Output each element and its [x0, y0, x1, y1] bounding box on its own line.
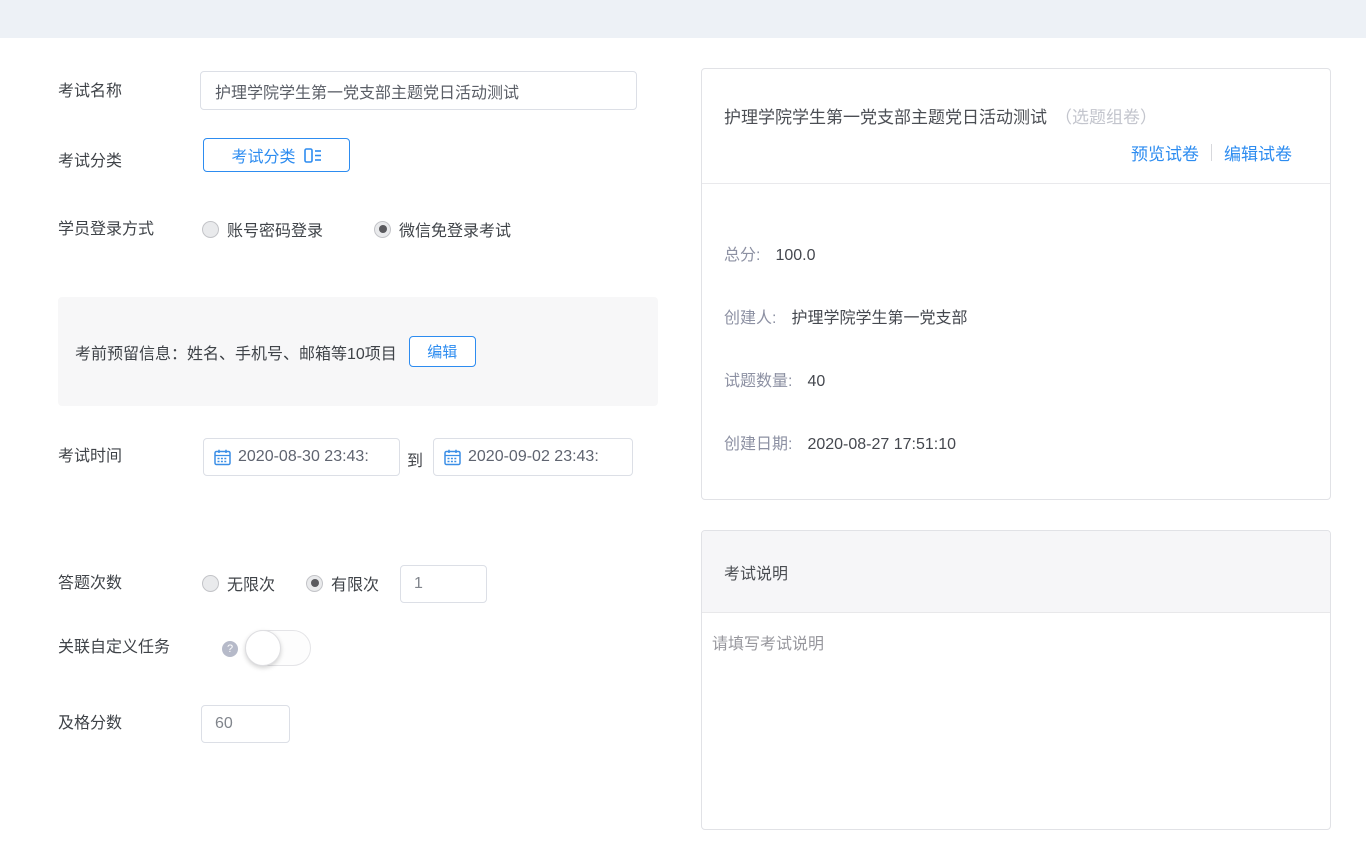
reserved-info-box: 考前预留信息：姓名、手机号、邮箱等10项目 编辑: [58, 297, 658, 406]
preview-paper-link[interactable]: 预览试卷: [1131, 140, 1199, 165]
login-method-option-password-label: 账号密码登录: [227, 217, 323, 241]
calendar-icon: [444, 449, 461, 466]
exam-description-header: 考试说明: [702, 531, 1330, 613]
paper-title: 护理学院学生第一党支部主题党日活动测试: [724, 108, 1047, 127]
edit-paper-link[interactable]: 编辑试卷: [1224, 140, 1292, 165]
exam-time-end-value: 2020-09-02 23:43:: [468, 448, 599, 466]
exam-name-input[interactable]: [200, 71, 637, 110]
paper-card-header: 护理学院学生第一党支部主题党日活动测试 （选题组卷） 预览试卷 编辑试卷: [702, 69, 1330, 184]
paper-summary-card: 护理学院学生第一党支部主题党日活动测试 （选题组卷） 预览试卷 编辑试卷 总分: …: [701, 68, 1331, 500]
attempts-label: 答题次数: [58, 574, 122, 594]
pass-score-label: 及格分数: [58, 714, 122, 734]
stat-label: 总分:: [724, 241, 760, 265]
stat-row-creator: 创建人: 护理学院学生第一党支部: [724, 304, 1308, 328]
exam-description-body[interactable]: 请填写考试说明: [702, 613, 1330, 671]
exam-time-start-value: 2020-08-30 23:43:: [238, 448, 369, 466]
reserved-info-edit-button[interactable]: 编辑: [409, 336, 476, 367]
stat-value: 40: [807, 373, 825, 391]
stat-value: 100.0: [775, 247, 815, 265]
radio-selected-icon[interactable]: [374, 221, 391, 238]
question-mark-icon[interactable]: ?: [222, 641, 238, 657]
login-method-option-password[interactable]: 账号密码登录: [202, 217, 323, 241]
attempts-option-unlimited[interactable]: 无限次: [202, 571, 275, 595]
exam-time-separator: 到: [407, 447, 423, 471]
paper-subtitle: （选题组卷）: [1055, 108, 1157, 127]
login-method-label: 学员登录方式: [58, 220, 154, 240]
radio-unselected-icon[interactable]: [202, 575, 219, 592]
stat-row-total-score: 总分: 100.0: [724, 241, 1308, 265]
login-method-option-wechat[interactable]: 微信免登录考试: [374, 217, 511, 241]
exam-time-start-input[interactable]: 2020-08-30 23:43:: [203, 438, 400, 476]
stat-value: 2020-08-27 17:51:10: [807, 436, 956, 454]
paper-stats: 总分: 100.0 创建人: 护理学院学生第一党支部 试题数量: 40 创建日期…: [702, 184, 1330, 454]
login-method-option-wechat-label: 微信免登录考试: [399, 217, 511, 241]
stat-label: 创建日期:: [724, 430, 792, 454]
exam-category-button[interactable]: 考试分类: [203, 138, 350, 172]
radio-selected-icon[interactable]: [306, 575, 323, 592]
pass-score-input[interactable]: [201, 705, 290, 743]
link-divider: [1211, 144, 1212, 161]
custom-task-label: 关联自定义任务: [58, 638, 170, 658]
radio-unselected-icon[interactable]: [202, 221, 219, 238]
attempts-count-input[interactable]: [400, 565, 487, 603]
toggle-knob[interactable]: [245, 630, 281, 666]
attempts-option-limited-label: 有限次: [331, 571, 379, 595]
attempts-option-unlimited-label: 无限次: [227, 571, 275, 595]
exam-category-button-label: 考试分类: [231, 143, 295, 167]
calendar-icon: [214, 449, 231, 466]
custom-task-toggle[interactable]: [245, 630, 311, 666]
exam-time-label: 考试时间: [58, 447, 122, 467]
exam-name-label: 考试名称: [58, 82, 122, 102]
exam-description-card: 考试说明 请填写考试说明: [701, 530, 1331, 830]
exam-category-label: 考试分类: [58, 152, 122, 172]
stat-label: 试题数量:: [724, 367, 792, 391]
stat-row-created-date: 创建日期: 2020-08-27 17:51:10: [724, 430, 1308, 454]
exam-time-end-input[interactable]: 2020-09-02 23:43:: [433, 438, 633, 476]
reserved-info-text: 考前预留信息：姓名、手机号、邮箱等10项目: [75, 340, 397, 364]
category-icon: [304, 147, 322, 164]
stat-row-question-count: 试题数量: 40: [724, 367, 1308, 391]
stat-value: 护理学院学生第一党支部: [791, 304, 967, 328]
attempts-option-limited[interactable]: 有限次: [306, 571, 379, 595]
stat-label: 创建人:: [724, 304, 776, 328]
top-bar: [0, 0, 1366, 38]
